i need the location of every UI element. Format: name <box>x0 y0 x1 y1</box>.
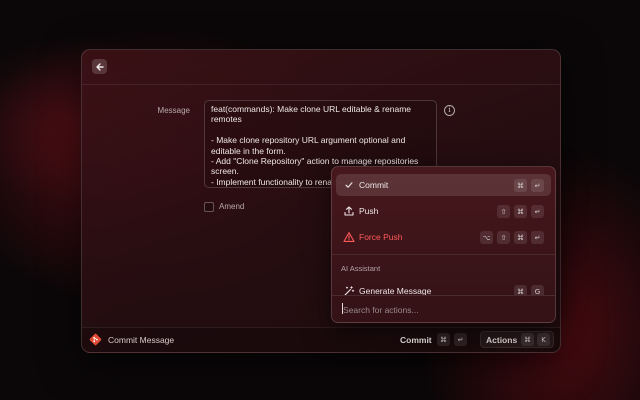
shortcut-key: ⌥ <box>480 231 493 244</box>
action-item-label: Push <box>359 206 379 216</box>
shortcut-key: ⇧ <box>497 205 510 218</box>
shortcut-key: ⇧ <box>497 231 510 244</box>
action-item-generate-message[interactable]: Generate Message ⌘ G <box>336 280 551 295</box>
bottom-title: Commit Message <box>108 335 175 345</box>
divider <box>332 254 555 255</box>
search-actions-input[interactable] <box>341 301 545 318</box>
commit-action-button[interactable]: Commit <box>400 335 432 345</box>
amend-checkbox[interactable] <box>204 202 214 212</box>
shortcut-key: ↵ <box>531 179 544 192</box>
actions-panel: Commit ⌘ ↵ Push ⇧ ⌘ ↵ Force Push ⌥ ⇧ ⌘ ↵ <box>331 166 556 323</box>
shortcut-key: K <box>537 333 550 346</box>
sparkle-icon <box>344 286 355 295</box>
action-item-commit[interactable]: Commit ⌘ ↵ <box>336 174 551 196</box>
shortcut-key: ↵ <box>531 231 544 244</box>
shortcut-key: ⌘ <box>514 179 527 192</box>
shortcut-key: ⌘ <box>514 285 527 295</box>
action-item-label: Generate Message <box>359 286 432 295</box>
message-label: Message <box>157 106 190 115</box>
section-title-ai-assistant: AI Assistant <box>341 264 381 273</box>
warning-icon <box>343 232 355 242</box>
amend-label: Amend <box>219 202 245 211</box>
top-bar <box>82 50 560 85</box>
shortcut-key: ⌘ <box>521 333 534 346</box>
checkmark-icon <box>345 182 353 188</box>
shortcut-key: ⌘ <box>514 231 527 244</box>
shortcut-key: ↵ <box>454 333 467 346</box>
back-button[interactable] <box>92 59 107 74</box>
actions-label: Actions <box>486 335 518 345</box>
arrow-left-icon <box>95 62 104 71</box>
action-item-label: Commit <box>359 180 389 190</box>
action-item-label: Force Push <box>359 232 403 242</box>
shortcut-key: ⌘ <box>514 205 527 218</box>
shortcut-key: ↵ <box>531 205 544 218</box>
git-icon <box>89 333 102 346</box>
shortcut-key: G <box>531 285 544 295</box>
action-item-force-push[interactable]: Force Push ⌥ ⇧ ⌘ ↵ <box>336 226 551 248</box>
actions-search <box>332 295 555 322</box>
bottom-bar: Commit Message Commit ⌘ ↵ Actions ⌘ K <box>82 327 560 352</box>
shortcut-key: ⌘ <box>437 333 450 346</box>
action-item-push[interactable]: Push ⇧ ⌘ ↵ <box>336 200 551 222</box>
actions-button[interactable]: Actions ⌘ K <box>480 331 554 348</box>
upload-icon <box>344 206 354 216</box>
actions-list: Commit ⌘ ↵ Push ⇧ ⌘ ↵ Force Push ⌥ ⇧ ⌘ ↵ <box>332 167 555 295</box>
info-icon[interactable]: i <box>444 105 455 116</box>
